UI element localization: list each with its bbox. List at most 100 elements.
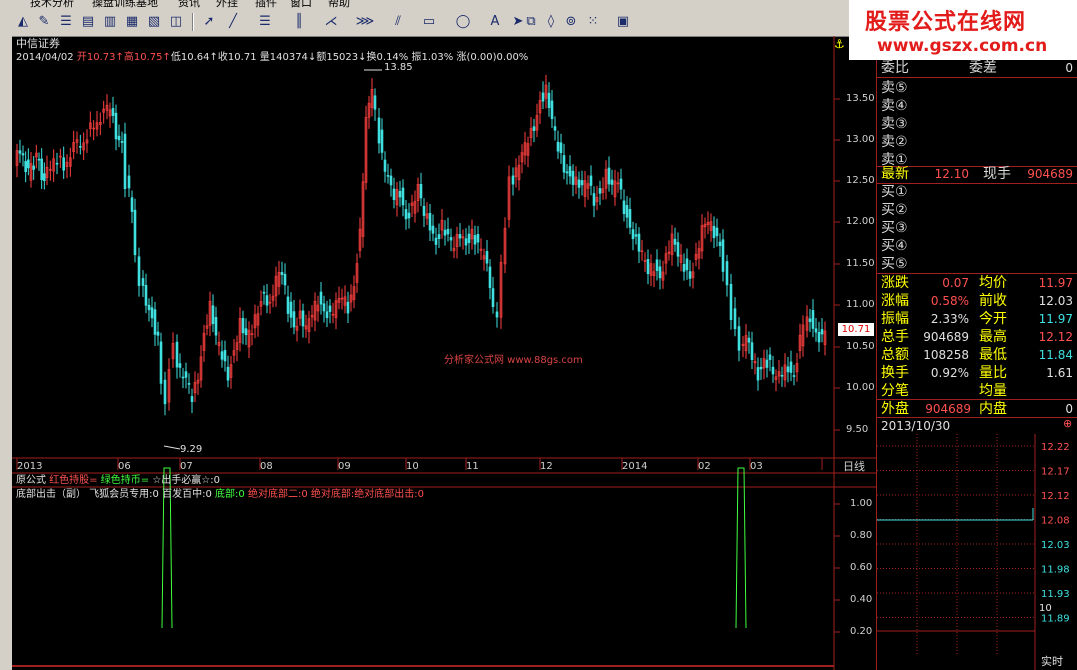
menu-item-plugin-ext[interactable]: 外挂 [216, 0, 238, 8]
rect-icon[interactable]: ▭ [418, 12, 440, 32]
candle-body [789, 361, 793, 373]
candle-body [750, 342, 754, 361]
candle-body [733, 308, 737, 330]
line-icon[interactable]: ╱ [222, 12, 244, 32]
outer-disk-label: 外盘 [881, 401, 909, 417]
candle-body [386, 175, 390, 177]
bid-5: 买⑤ [881, 256, 908, 272]
candle-body [383, 159, 387, 172]
table-icon[interactable]: ▥ [99, 12, 121, 32]
candle-body [634, 234, 638, 237]
candle-body [175, 341, 179, 368]
candle-body [346, 301, 350, 314]
order-ratio-label: 委比 [881, 60, 909, 76]
order-diff-label: 委差 [969, 60, 997, 76]
price-tick: 9.50 [846, 424, 869, 435]
candle-body [150, 307, 154, 319]
stat-value: 0.07 [942, 276, 969, 290]
save-icon[interactable]: ▣ [612, 12, 634, 32]
candle-body [43, 173, 46, 182]
lock-icon[interactable]: ⊚ [560, 12, 582, 32]
parallel-icon[interactable]: ║ [288, 12, 310, 32]
candle-body [130, 197, 134, 212]
candle-body [658, 266, 662, 279]
chart-icon[interactable]: ◭ [12, 12, 34, 32]
candle-body [792, 375, 796, 377]
candle-body [422, 205, 426, 216]
mini-chart[interactable]: 12.22 12.17 12.12 12.08 12.03 11.98 11.93 11.89… [877, 434, 1077, 670]
stat-label: 最低 [979, 347, 1007, 363]
mini-price-tick: 12.17 [1041, 467, 1070, 478]
crosshair-icon[interactable]: ⊕ [1063, 418, 1072, 430]
chart-canvas[interactable] [12, 36, 876, 670]
pointer-icon[interactable]: ➚ [198, 12, 220, 32]
candle-body [190, 396, 194, 402]
stat-value: 904689 [923, 330, 969, 344]
menu-item-training[interactable]: 操盘训练基地 [92, 0, 158, 8]
candle-body [292, 311, 296, 328]
grid-icon[interactable]: ▤ [77, 12, 99, 32]
window-icon[interactable]: ▦ [121, 12, 143, 32]
menu-item-plugins[interactable]: 插件 [255, 0, 277, 8]
candle-body [568, 166, 572, 177]
candle-body [220, 351, 224, 360]
candle-body [187, 383, 191, 385]
copy-icon[interactable]: ⧉ [520, 12, 542, 32]
fib-icon[interactable]: ⋌ [320, 12, 342, 32]
indicator-line: 底部出击（副） 飞狐会员专用:0 百发百中:0 底部:0 绝对底部二:0 绝对底… [16, 489, 424, 501]
candle-body [718, 241, 722, 246]
palette-icon[interactable]: ⁙ [582, 12, 604, 32]
candle-body [485, 251, 489, 264]
price-tick: 12.50 [846, 175, 875, 186]
candle-body [265, 295, 269, 306]
gann-icon[interactable]: ⋙ [354, 12, 376, 32]
candle-body [147, 304, 151, 311]
candle-body [123, 133, 127, 190]
indicator-tick: 0.80 [850, 530, 873, 541]
formula-name[interactable]: 原公式 [16, 475, 46, 486]
mini-price-tick: 12.22 [1041, 442, 1070, 453]
menu-item-analysis[interactable]: 技术分析 [30, 0, 74, 8]
stat-label: 量比 [979, 365, 1007, 381]
candle-body [676, 242, 680, 257]
candle-body [571, 170, 575, 185]
candle-body [511, 175, 515, 185]
stat-value: 108258 [923, 348, 969, 362]
quote-change: 涨(0.00)0.00% [456, 52, 529, 63]
mini-mode-label[interactable]: 实时 [1041, 654, 1063, 668]
quote-high: 10.75 [133, 52, 163, 63]
menu-item-help[interactable]: 帮助 [328, 0, 350, 8]
menu-item-news[interactable]: 资讯 [178, 0, 200, 8]
circle-icon[interactable]: ◯ [452, 12, 474, 32]
wrench-icon[interactable]: ✎ [33, 12, 55, 32]
candle-body [765, 359, 769, 368]
signal-line [735, 467, 747, 629]
price-tick: 13.00 [846, 134, 875, 145]
menu-item-window[interactable]: 窗口 [290, 0, 312, 8]
candle-body [655, 259, 659, 271]
period-label[interactable]: 日线 [843, 461, 865, 473]
eraser-icon[interactable]: ◊ [540, 12, 562, 32]
window2-icon[interactable]: ▧ [143, 12, 165, 32]
candle-body [144, 284, 148, 306]
time-tick: 10 [406, 461, 419, 472]
indicator-name[interactable]: 底部出击（副） [16, 489, 86, 500]
anchor-icon[interactable]: ⚓ [834, 38, 845, 50]
indicator-green: 底部:0 [215, 489, 245, 500]
quote-close-label: 收 [217, 52, 228, 63]
ray-icon[interactable]: ☰ [254, 12, 276, 32]
candle-body [685, 258, 689, 271]
text-icon[interactable]: A [484, 12, 506, 32]
candle-body [111, 108, 115, 116]
candle-body [120, 141, 124, 143]
curve-icon[interactable]: ◫ [165, 12, 187, 32]
candle-body [473, 235, 477, 245]
indicator-red: 绝对底部:绝对底部出击:0 [310, 489, 424, 500]
angle-icon[interactable]: ⫽ [387, 12, 409, 32]
quote-bar: 2014/04/02 开10.73↑高10.75↑低10.64↑收10.71 量… [16, 52, 529, 63]
stat-value: 11.97 [1038, 276, 1073, 290]
time-tick: 2013 [17, 461, 43, 472]
current-hand-label: 现手 [983, 166, 1011, 182]
candle-body [373, 95, 377, 110]
list-icon[interactable]: ☰ [55, 12, 77, 32]
